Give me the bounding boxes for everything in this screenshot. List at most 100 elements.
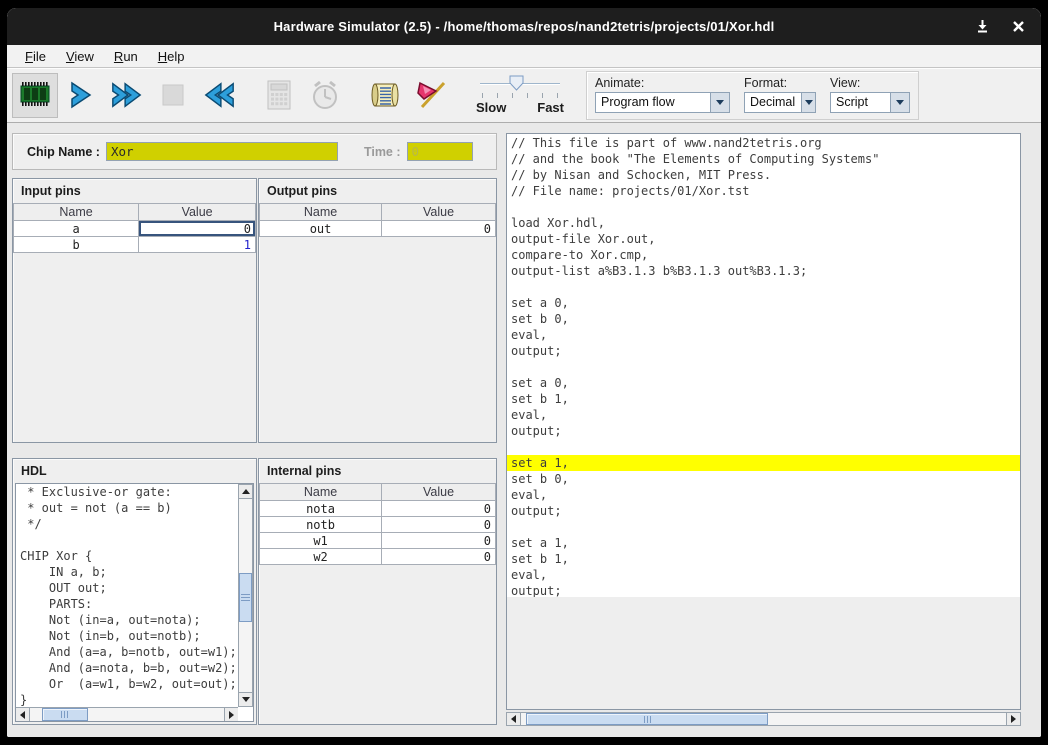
- script-empty-fill: [507, 597, 1020, 709]
- column-header-name: Name: [260, 204, 382, 221]
- column-header-name: Name: [260, 484, 382, 501]
- code-line: [507, 279, 1020, 295]
- script-horizontal-scrollbar[interactable]: [506, 712, 1021, 726]
- code-line: eval,: [507, 487, 1020, 503]
- internal-pins-table[interactable]: NameValuenota0notb0w10w20: [259, 483, 496, 565]
- pin-name-cell: a: [14, 221, 139, 237]
- code-line: eval,: [507, 327, 1020, 343]
- hdl-hscroll-thumb[interactable]: [42, 708, 89, 721]
- flag-icon: [414, 78, 448, 112]
- code-line: output;: [507, 503, 1020, 519]
- menu-item-help[interactable]: Help: [150, 47, 193, 66]
- code-line: eval,: [507, 567, 1020, 583]
- pin-value-cell[interactable]: 0: [382, 533, 496, 549]
- toolbar-buttons: [12, 73, 454, 118]
- animate-dropdown[interactable]: Program flow: [595, 92, 730, 113]
- pin-name-cell: notb: [260, 517, 382, 533]
- reset-button[interactable]: [196, 73, 242, 118]
- hdl-code-view[interactable]: * Exclusive-or gate: * out = not (a == b…: [15, 483, 254, 722]
- pin-name-cell: w2: [260, 549, 382, 565]
- code-line: */: [16, 516, 238, 532]
- input-pins-table[interactable]: NameValuea0b1: [13, 203, 256, 253]
- pin-value-cell[interactable]: 0: [382, 221, 496, 237]
- pin-value-cell[interactable]: 0: [139, 221, 256, 237]
- chip-name-field[interactable]: Xor: [106, 142, 338, 161]
- output-pins-table[interactable]: NameValueout0: [259, 203, 496, 237]
- code-line: load Xor.hdl,: [507, 215, 1020, 231]
- code-line: output-list a%B3.1.3 b%B3.1.3 out%B3.1.3…: [507, 263, 1020, 279]
- pin-name-cell: nota: [260, 501, 382, 517]
- code-line: set a 0,: [507, 375, 1020, 391]
- table-row: a0: [14, 221, 256, 237]
- code-line: eval,: [507, 407, 1020, 423]
- code-line: // This file is part of www.nand2tetris.…: [507, 135, 1020, 151]
- code-line: set b 0,: [507, 471, 1020, 487]
- code-line: set b 1,: [507, 551, 1020, 567]
- format-dropdown[interactable]: Decimal: [744, 92, 816, 113]
- script-view[interactable]: // This file is part of www.nand2tetris.…: [506, 133, 1021, 710]
- code-line: Or (a=w1, b=w2, out=out);: [16, 676, 238, 692]
- code-line: compare-to Xor.cmp,: [507, 247, 1020, 263]
- hdl-panel: HDL * Exclusive-or gate: * out = not (a …: [12, 458, 257, 725]
- menu-item-run[interactable]: Run: [106, 47, 146, 66]
- scroll-down-icon[interactable]: [239, 692, 252, 706]
- minimize-icon[interactable]: [973, 18, 991, 36]
- pin-value-cell[interactable]: 0: [382, 501, 496, 517]
- code-line: set b 1,: [507, 391, 1020, 407]
- chevron-down-icon[interactable]: [801, 93, 815, 112]
- slider-thumb[interactable]: [509, 75, 524, 91]
- chevron-down-icon[interactable]: [890, 93, 909, 112]
- calculator-button: [256, 73, 302, 118]
- chevron-down-icon[interactable]: [710, 93, 729, 112]
- single-step-button[interactable]: [58, 73, 104, 118]
- menu-item-file[interactable]: File: [17, 47, 54, 66]
- view-script-button[interactable]: [362, 73, 408, 118]
- slider-ticks: [482, 93, 558, 98]
- run-button[interactable]: [104, 73, 150, 118]
- combo-group: Animate:Program flowFormat:DecimalView:S…: [586, 71, 919, 120]
- speed-slider[interactable]: Slow Fast: [476, 73, 564, 118]
- code-line: And (a=nota, b=b, out=w2);: [16, 660, 238, 676]
- clock-button: [302, 73, 348, 118]
- hdl-vscroll-thumb[interactable]: [239, 573, 252, 622]
- pin-value-cell[interactable]: 0: [382, 549, 496, 565]
- code-line: And (a=a, b=notb, out=w1);: [16, 644, 238, 660]
- menu-item-view[interactable]: View: [58, 47, 102, 66]
- code-line: IN a, b;: [16, 564, 238, 580]
- code-line: [16, 532, 238, 548]
- close-icon[interactable]: [1009, 18, 1027, 36]
- code-line: [507, 359, 1020, 375]
- script-hscroll-thumb[interactable]: [526, 713, 769, 725]
- fast-forward-icon: [110, 78, 144, 112]
- app-window: Hardware Simulator (2.5) - /home/thomas/…: [7, 8, 1041, 737]
- code-line: [507, 439, 1020, 455]
- dropdown-value: Program flow: [596, 93, 710, 112]
- pin-value-cell[interactable]: 1: [139, 237, 256, 253]
- clock-icon: [308, 78, 342, 112]
- scroll-left-icon[interactable]: [16, 708, 30, 721]
- column-header-value: Value: [382, 484, 496, 501]
- scroll-right-icon[interactable]: [224, 708, 238, 721]
- load-chip-button[interactable]: [12, 73, 58, 118]
- current-script-line: set a 1,: [507, 455, 1020, 471]
- code-line: OUT out;: [16, 580, 238, 596]
- hdl-title: HDL: [13, 459, 256, 482]
- scroll-up-icon[interactable]: [239, 485, 252, 499]
- hdl-vertical-scrollbar[interactable]: [238, 484, 253, 707]
- breakpoints-button[interactable]: [408, 73, 454, 118]
- combo-unit-format: Format:Decimal: [744, 76, 816, 113]
- code-line: PARTS:: [16, 596, 238, 612]
- hdl-horizontal-scrollbar[interactable]: [16, 707, 238, 721]
- table-row: b1: [14, 237, 256, 253]
- scroll-right-icon[interactable]: [1006, 713, 1020, 725]
- dropdown-value: Decimal: [745, 93, 801, 112]
- view-dropdown[interactable]: Script: [830, 92, 910, 113]
- chip-name-label: Chip Name :: [27, 145, 100, 159]
- pin-value-cell[interactable]: 0: [382, 517, 496, 533]
- table-row: out0: [260, 221, 496, 237]
- title-bar[interactable]: Hardware Simulator (2.5) - /home/thomas/…: [7, 8, 1041, 45]
- code-line: set b 0,: [507, 311, 1020, 327]
- scroll-left-icon[interactable]: [507, 713, 521, 725]
- slider-fast-label: Fast: [537, 100, 564, 115]
- code-line: // and the book "The Elements of Computi…: [507, 151, 1020, 167]
